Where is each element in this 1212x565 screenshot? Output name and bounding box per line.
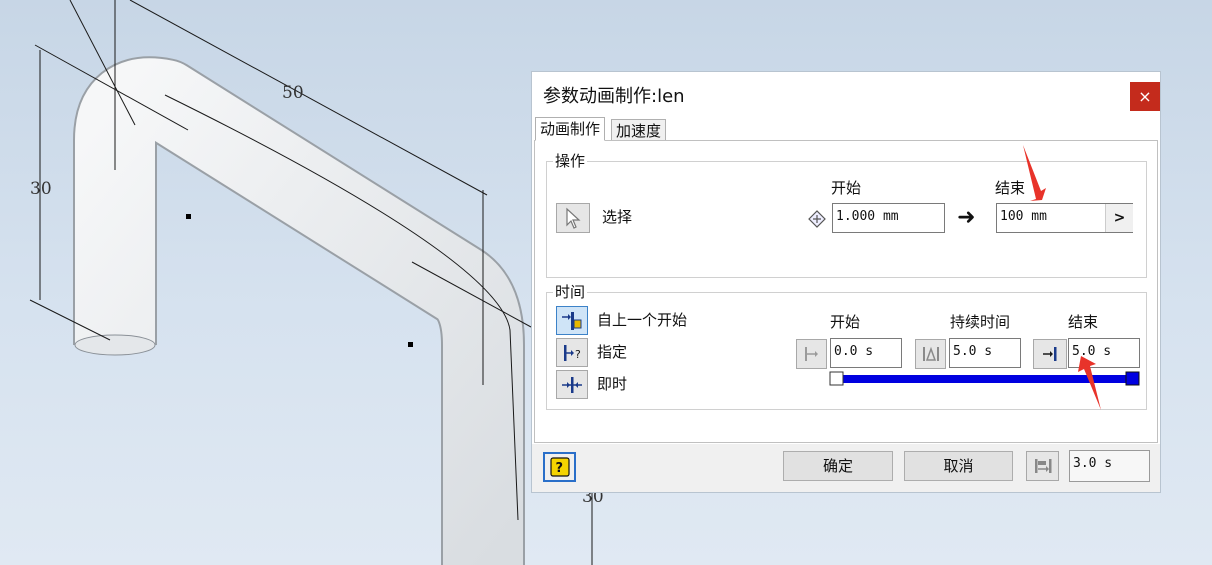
time-end-label: 结束 bbox=[1068, 313, 1099, 331]
specify-time-icon: ? bbox=[564, 344, 581, 361]
time-group-title: 时间 bbox=[553, 283, 588, 301]
timeline-bar bbox=[836, 375, 1133, 383]
dialog-footer: ? 确定 取消 3.0 s bbox=[532, 444, 1160, 492]
dialog-title: 参数动画制作:len bbox=[543, 86, 685, 107]
parameter-animation-dialog: 参数动画制作:len × 动画制作 加速度 操作 选择 开始 1.000 mm … bbox=[531, 71, 1161, 493]
immediate-option[interactable] bbox=[556, 370, 588, 399]
tube-model[interactable] bbox=[73, 56, 525, 565]
timeline-end-handle[interactable] bbox=[1125, 371, 1140, 386]
timeline-track[interactable] bbox=[829, 371, 1141, 387]
current-time-field[interactable]: 3.0 s bbox=[1069, 450, 1150, 482]
operation-start-label: 开始 bbox=[831, 179, 862, 197]
timeline-start-handle[interactable] bbox=[829, 371, 844, 386]
tab-acceleration[interactable]: 加速度 bbox=[611, 119, 667, 141]
operation-group: 操作 选择 开始 1.000 mm ➜ 结束 100 mm > bbox=[546, 152, 1147, 278]
tab-animation[interactable]: 动画制作 bbox=[535, 117, 606, 141]
immediate-label: 即时 bbox=[597, 375, 628, 393]
dimension-label-left[interactable]: 30 bbox=[30, 179, 52, 199]
duration-icon bbox=[922, 346, 939, 361]
cursor-icon bbox=[566, 207, 581, 229]
start-marker-icon bbox=[804, 347, 818, 361]
tab-panel: 操作 选择 开始 1.000 mm ➜ 结束 100 mm > 时间 自上一个开… bbox=[534, 140, 1158, 443]
help-icon: ? bbox=[549, 457, 570, 477]
operation-group-title: 操作 bbox=[553, 152, 588, 170]
time-end-field[interactable]: 5.0 s bbox=[1068, 338, 1140, 368]
help-button[interactable]: ? bbox=[543, 452, 576, 482]
sketch-point[interactable] bbox=[186, 214, 191, 219]
cancel-button[interactable]: 取消 bbox=[904, 451, 1013, 481]
select-label: 选择 bbox=[602, 208, 633, 226]
from-previous-icon bbox=[562, 311, 582, 330]
from-previous-start-option[interactable] bbox=[556, 306, 588, 335]
dimension-label-top[interactable]: 50 bbox=[282, 83, 304, 103]
title-bar[interactable]: 参数动画制作:len × bbox=[532, 72, 1160, 116]
duration-label: 持续时间 bbox=[950, 313, 1011, 331]
expand-button[interactable]: > bbox=[1105, 204, 1133, 232]
operation-end-label: 结束 bbox=[995, 179, 1026, 197]
end-time-button[interactable] bbox=[1033, 339, 1067, 369]
close-button[interactable]: × bbox=[1130, 82, 1160, 111]
start-time-button[interactable] bbox=[796, 339, 827, 369]
pick-parameter-icon[interactable] bbox=[805, 208, 829, 230]
arrow-right-icon: ➜ bbox=[957, 205, 976, 230]
from-previous-start-label: 自上一个开始 bbox=[597, 311, 688, 329]
operation-end-value: 100 mm bbox=[1000, 209, 1047, 224]
operation-start-field[interactable]: 1.000 mm bbox=[832, 203, 945, 233]
end-marker-icon bbox=[1043, 347, 1057, 361]
svg-text:?: ? bbox=[575, 348, 581, 361]
specify-label: 指定 bbox=[597, 343, 628, 361]
time-group: 时间 自上一个开始 ? 指定 即时 开始 持续时间 结束 0.0 s 5.0 s… bbox=[546, 283, 1147, 410]
sketch-point[interactable] bbox=[408, 342, 413, 347]
select-button[interactable] bbox=[556, 203, 590, 233]
time-step-icon bbox=[1034, 459, 1051, 473]
specify-option[interactable]: ? bbox=[556, 338, 588, 367]
time-start-field[interactable]: 0.0 s bbox=[830, 338, 902, 368]
chevron-right-icon: > bbox=[1113, 210, 1126, 226]
svg-text:?: ? bbox=[555, 461, 563, 476]
time-start-label: 开始 bbox=[830, 313, 861, 331]
duration-field[interactable]: 5.0 s bbox=[949, 338, 1021, 368]
ok-button[interactable]: 确定 bbox=[783, 451, 893, 481]
duration-button[interactable] bbox=[915, 339, 946, 369]
time-step-button[interactable] bbox=[1026, 451, 1059, 481]
close-icon: × bbox=[1138, 87, 1152, 106]
immediate-icon bbox=[562, 376, 582, 393]
